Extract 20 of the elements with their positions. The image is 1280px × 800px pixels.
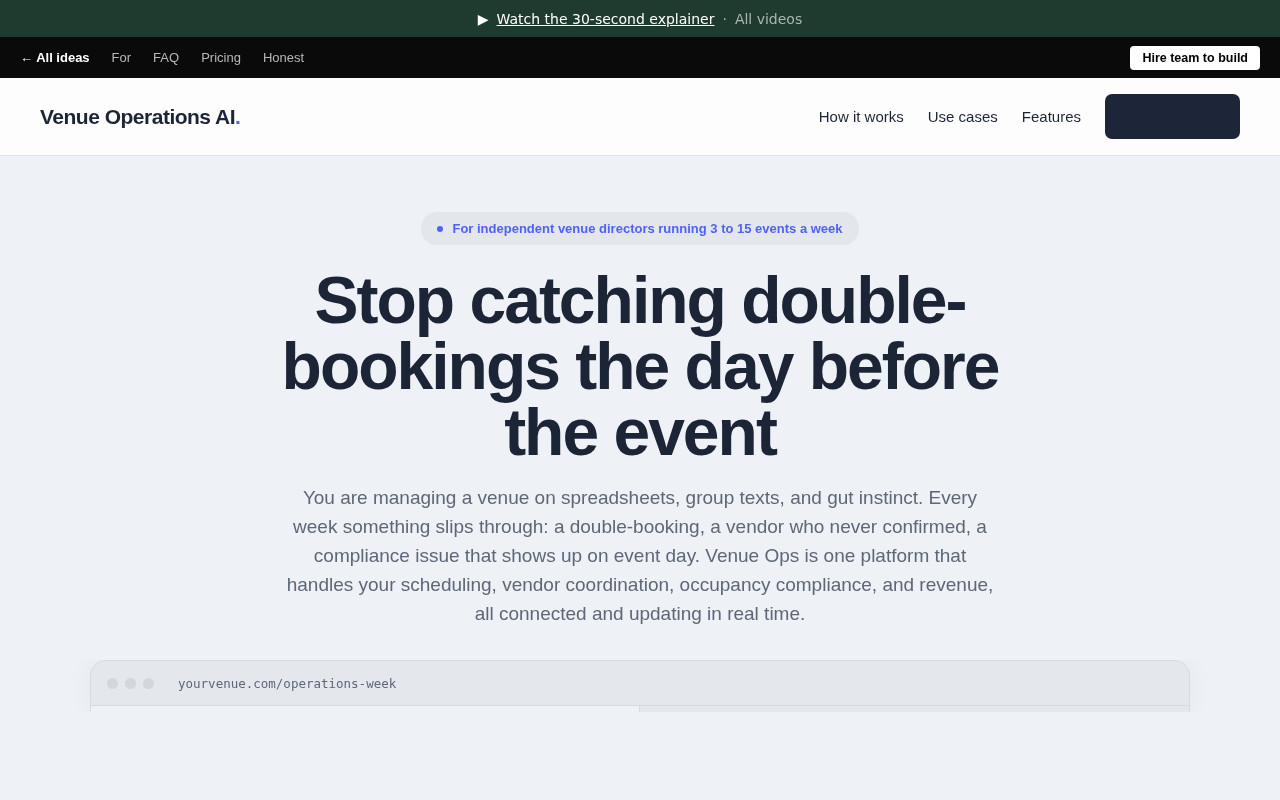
separator-dot: · <box>722 10 727 27</box>
nav-link[interactable]: Pricing <box>201 50 241 65</box>
hire-team-button[interactable]: Hire team to build <box>1130 45 1260 70</box>
nav-link[interactable]: Honest <box>262 50 305 65</box>
hero-headline: Stop catching double-bookings the day before the event <box>280 267 1000 465</box>
nav-link[interactable]: Use cases <box>927 108 998 125</box>
back-link[interactable]: ← All ideas <box>20 50 90 65</box>
all-videos-link[interactable]: All videos <box>734 10 803 27</box>
hero-description: You are managing a venue on spreadsheets, group texts, and gut instinct. Every week something slips through: a double-booking, a vendor who never confirmed, a compliance issue that shows up on event day. Venue Ops is one platform that handles your scheduling, vendor coordination, occupancy compliance, and revenue, all connected and updating in real time. <box>285 486 995 626</box>
dot-icon <box>437 225 444 232</box>
nav-link[interactable]: For <box>111 50 132 65</box>
explainer-link[interactable]: Watch the 30-second explainer <box>496 10 715 27</box>
url-text: yourvenue.com/operations-week <box>178 675 397 691</box>
nav-link[interactable]: FAQ <box>153 50 180 65</box>
badge-text: For independent venue directors running 3 to 15 events a week <box>452 221 843 236</box>
cta-button[interactable] <box>1105 94 1240 139</box>
nav-link[interactable]: Features <box>1021 108 1081 125</box>
logo-text[interactable]: Venue Operations AI. <box>40 104 241 129</box>
nav-link[interactable]: How it works <box>818 108 904 125</box>
play-icon: ▶ <box>477 10 489 27</box>
